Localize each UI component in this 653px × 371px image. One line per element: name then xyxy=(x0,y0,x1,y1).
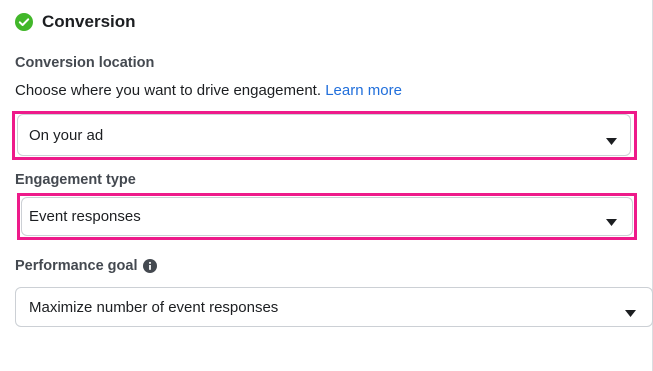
description-text: Choose where you want to drive engagemen… xyxy=(15,82,322,99)
conversion-location-description: Choose where you want to drive engagemen… xyxy=(15,82,402,99)
section-header: Conversion xyxy=(15,12,136,32)
chevron-down-icon xyxy=(606,132,617,145)
info-icon[interactable] xyxy=(142,259,157,273)
performance-goal-label: Performance goal xyxy=(15,258,138,274)
chevron-down-icon xyxy=(606,213,617,226)
engagement-type-value: Event responses xyxy=(29,208,141,225)
engagement-type-select[interactable]: Event responses xyxy=(21,197,633,236)
conversion-location-select[interactable]: On your ad xyxy=(17,114,631,156)
performance-goal-select[interactable]: Maximize number of event responses xyxy=(15,287,653,327)
conversion-panel: Conversion Conversion location Choose wh… xyxy=(0,0,653,371)
conversion-location-value: On your ad xyxy=(29,126,104,144)
section-title: Conversion xyxy=(42,12,136,31)
learn-more-link[interactable]: Learn more xyxy=(325,82,402,99)
performance-goal-value: Maximize number of event responses xyxy=(29,298,279,316)
check-circle-icon xyxy=(15,13,33,31)
conversion-location-label: Conversion location xyxy=(15,55,155,71)
engagement-type-label: Engagement type xyxy=(15,172,136,188)
chevron-down-icon xyxy=(625,304,636,317)
performance-goal-label-row: Performance goal xyxy=(15,258,157,274)
